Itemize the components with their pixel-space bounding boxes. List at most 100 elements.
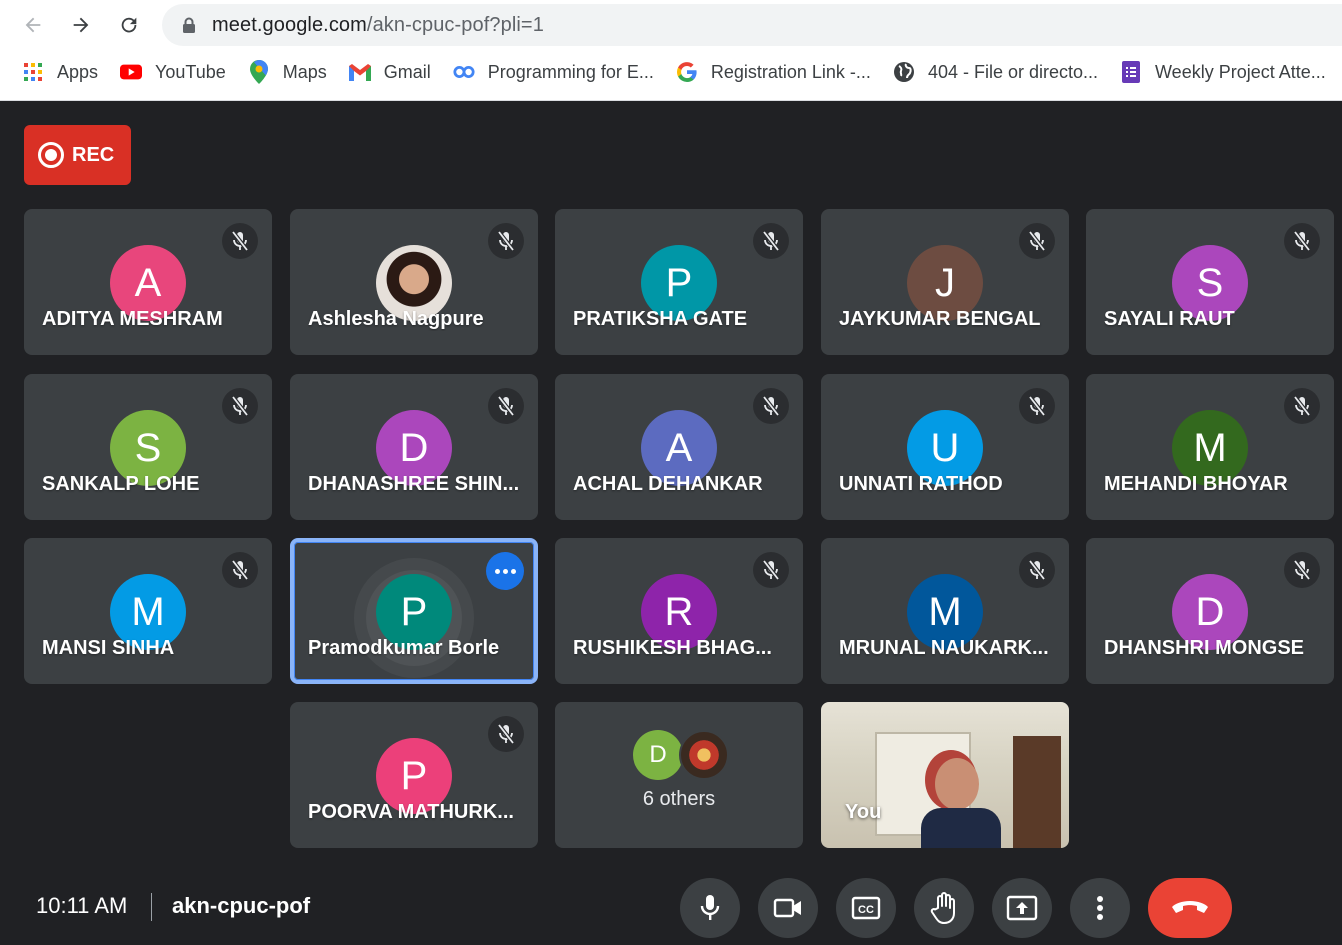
address-bar[interactable]: meet.google.com/akn-cpuc-pof?pli=1 <box>162 4 1342 46</box>
maps-pin-icon <box>248 60 270 84</box>
others-tile[interactable]: D 6 others <box>555 702 803 848</box>
forward-button[interactable] <box>64 8 98 42</box>
mic-off-icon <box>1284 223 1320 259</box>
bookmark-label: Maps <box>282 61 327 82</box>
avatar: D <box>633 730 683 780</box>
participant-tile[interactable]: U UNNATI RATHOD <box>821 374 1069 520</box>
avatar-photo <box>679 730 729 780</box>
mic-off-icon <box>753 552 789 588</box>
more-vert-icon <box>1097 896 1103 920</box>
participant-tile[interactable]: M MRUNAL NAUKARK... <box>821 538 1069 684</box>
participant-name: UNNATI RATHOD <box>839 473 1003 495</box>
avatar-initial: D <box>649 741 667 768</box>
raise-hand-button[interactable] <box>914 878 974 938</box>
avatar-initial: D <box>399 425 429 470</box>
participant-tile[interactable]: J JAYKUMAR BENGAL <box>821 209 1069 355</box>
participant-name: SAYALI RAUT <box>1104 308 1235 330</box>
more-options-dots-icon[interactable] <box>486 552 524 590</box>
bookmark-programming[interactable]: Programming for E... <box>453 61 654 83</box>
avatar-initial: A <box>665 425 693 470</box>
url-text: meet.google.com/akn-cpuc-pof?pli=1 <box>212 14 544 37</box>
participant-name: SANKALP LOHE <box>42 473 200 495</box>
participant-name: Pramodkumar Borle <box>308 637 500 659</box>
participant-name: POORVA MATHURK... <box>308 801 514 823</box>
forward-arrow-icon <box>73 17 89 33</box>
microphone-button[interactable] <box>680 878 740 938</box>
lock-icon <box>182 17 196 33</box>
globe-icon <box>893 61 915 83</box>
bookmark-weekly-project[interactable]: Weekly Project Atte... <box>1120 61 1326 83</box>
participant-name: DHANASHREE SHIN... <box>308 473 520 495</box>
participant-tile[interactable]: Ashlesha Nagpure <box>290 209 538 355</box>
avatar-initial: P <box>665 260 693 305</box>
end-call-button[interactable] <box>1148 878 1232 938</box>
participant-name: JAYKUMAR BENGAL <box>839 308 1041 330</box>
mic-off-icon <box>1284 552 1320 588</box>
reload-icon <box>121 17 137 33</box>
bookmark-label: Registration Link -... <box>710 61 871 82</box>
participant-tile[interactable]: A ADITYA MESHRAM <box>24 209 272 355</box>
bookmark-apps[interactable]: Apps <box>22 61 98 83</box>
bookmark-gmail[interactable]: Gmail <box>348 61 431 83</box>
youtube-icon <box>120 61 143 83</box>
bookmark-registration[interactable]: Registration Link -... <box>676 61 871 83</box>
participant-tile[interactable]: D DHANSHRI MONGSE <box>1086 538 1334 684</box>
bookmark-maps[interactable]: Maps <box>248 60 327 84</box>
recording-badge[interactable]: REC <box>24 125 131 185</box>
participant-tile[interactable]: R RUSHIKESH BHAG... <box>555 538 803 684</box>
bookmark-label: Gmail <box>383 61 431 82</box>
more-options-button[interactable] <box>1070 878 1130 938</box>
bookmark-404[interactable]: 404 - File or directo... <box>893 61 1098 83</box>
participant-name: MRUNAL NAUKARK... <box>839 637 1049 659</box>
record-icon <box>38 142 64 168</box>
link-icon <box>453 61 475 83</box>
microphone-icon <box>700 895 720 920</box>
self-label: You <box>845 801 882 823</box>
avatar-initial: M <box>1193 425 1227 470</box>
bookmark-label: 404 - File or directo... <box>927 61 1099 82</box>
self-video-person <box>921 758 1001 848</box>
back-button[interactable] <box>16 8 50 42</box>
mic-off-icon <box>1019 552 1055 588</box>
mic-off-icon <box>222 388 258 424</box>
avatar-initial: J <box>935 260 955 305</box>
mic-off-icon <box>488 223 524 259</box>
forms-icon <box>1120 61 1142 83</box>
participant-tile[interactable]: P POORVA MATHURK... <box>290 702 538 848</box>
avatar-initial: A <box>134 260 162 305</box>
mic-off-icon <box>488 388 524 424</box>
hang-up-icon <box>1172 901 1208 913</box>
avatar-initial: S <box>1196 260 1224 305</box>
participant-tile[interactable]: P Pramodkumar Borle <box>290 538 538 684</box>
participant-tile[interactable]: S SAYALI RAUT <box>1086 209 1334 355</box>
url-host: meet.google.com <box>212 13 367 36</box>
self-video-tile[interactable]: You <box>821 702 1069 848</box>
bookmark-youtube[interactable]: YouTube <box>120 61 226 83</box>
captions-button[interactable]: CC <box>836 878 896 938</box>
google-g-icon <box>676 61 698 83</box>
mic-off-icon <box>488 716 524 752</box>
participant-tile[interactable]: M MANSI SINHA <box>24 538 272 684</box>
mic-off-icon <box>753 223 789 259</box>
participant-tile[interactable]: D DHANASHREE SHIN... <box>290 374 538 520</box>
mic-off-icon <box>222 223 258 259</box>
participant-tile[interactable]: A ACHAL DEHANKAR <box>555 374 803 520</box>
mic-off-icon <box>222 552 258 588</box>
reload-button[interactable] <box>112 8 146 42</box>
others-label: 6 others <box>642 788 716 810</box>
participant-name: ADITYA MESHRAM <box>42 308 223 330</box>
participant-name: PRATIKSHA GATE <box>573 308 748 330</box>
bookmark-label: YouTube <box>155 61 226 82</box>
avatar-initial: D <box>1195 589 1225 634</box>
participant-tile[interactable]: S SANKALP LOHE <box>24 374 272 520</box>
closed-captions-icon: CC <box>851 896 881 920</box>
participant-tile[interactable]: P PRATIKSHA GATE <box>555 209 803 355</box>
rec-label: REC <box>72 143 115 166</box>
apps-grid-icon <box>22 61 44 83</box>
present-button[interactable] <box>992 878 1052 938</box>
mic-off-icon <box>1019 223 1055 259</box>
bookmarks-bar: Apps YouTube Maps Gmail Programming for … <box>0 55 1342 89</box>
bookmark-label: Weekly Project Atte... <box>1155 61 1326 82</box>
participant-tile[interactable]: M MEHANDI BHOYAR <box>1086 374 1334 520</box>
camera-button[interactable] <box>758 878 818 938</box>
